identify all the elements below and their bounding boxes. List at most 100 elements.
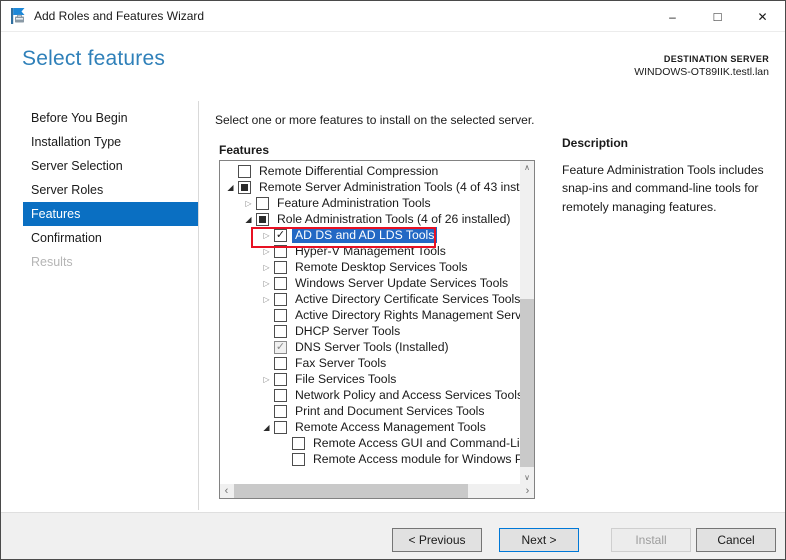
tree-item-label[interactable]: Remote Server Administration Tools (4 of… (256, 179, 520, 195)
previous-button[interactable]: < Previous (392, 528, 482, 552)
tree-item[interactable]: ▷ Remote Desktop Services Tools (220, 259, 520, 275)
tree-item-label[interactable]: Role Administration Tools (4 of 26 insta… (274, 211, 514, 227)
sidebar-item-server-selection[interactable]: Server Selection (1, 154, 198, 178)
horizontal-scrollbar-thumb[interactable] (234, 484, 468, 498)
checkbox-unchecked[interactable] (274, 276, 287, 290)
nav-divider (198, 101, 199, 510)
tree-item[interactable]: ▷ File Services Tools (220, 371, 520, 387)
expander-expanded-icon[interactable]: ◢ (241, 215, 256, 224)
vertical-scrollbar-thumb[interactable] (520, 299, 534, 467)
tree-item[interactable]: DHCP Server Tools (220, 323, 520, 339)
sidebar-item-features[interactable]: Features (23, 202, 198, 226)
tree-item-label[interactable]: AD DS and AD LDS Tools (292, 227, 438, 243)
scroll-down-icon[interactable]: ∨ (520, 471, 534, 484)
tree-item-label[interactable]: Remote Access Management Tools (292, 419, 489, 435)
sidebar-item-confirmation[interactable]: Confirmation (1, 226, 198, 250)
tree-item[interactable]: ◢ Remote Server Administration Tools (4 o… (220, 179, 520, 195)
checkbox-unchecked[interactable] (274, 308, 287, 322)
wizard-window: Add Roles and Features Wizard – □ ✕ Sele… (0, 0, 786, 560)
vertical-scrollbar[interactable]: ∧ ∨ (520, 161, 534, 484)
tree-item[interactable]: Remote Access GUI and Command-Line Tools (220, 435, 520, 451)
sidebar-item-results: Results (31, 255, 73, 269)
tree-item-label[interactable]: Feature Administration Tools (274, 195, 434, 211)
tree-item-label[interactable]: DHCP Server Tools (292, 323, 403, 339)
cancel-button[interactable]: Cancel (696, 528, 776, 552)
tree-item-label[interactable]: Remote Differential Compression (256, 163, 441, 179)
expander-expanded-icon[interactable]: ◢ (223, 183, 238, 192)
tree-item[interactable]: ▷ AD DS and AD LDS Tools (220, 227, 520, 243)
close-button[interactable]: ✕ (740, 1, 785, 32)
checkbox-unchecked[interactable] (274, 404, 287, 418)
checkbox-indeterminate[interactable] (256, 212, 269, 226)
checkbox-unchecked[interactable] (256, 196, 269, 210)
destination-server-name: WINDOWS-OT89IIK.testl.lan (634, 66, 769, 79)
expander-collapsed-icon[interactable]: ▷ (259, 295, 274, 304)
tree-item-label[interactable]: Windows Server Update Services Tools (292, 275, 511, 291)
tree-item-label[interactable]: Fax Server Tools (292, 355, 389, 371)
description-heading: Description (562, 136, 629, 150)
tree-item[interactable]: Remote Access module for Windows PowerSh… (220, 451, 520, 467)
sidebar-item-server-roles[interactable]: Server Roles (1, 178, 198, 202)
checkbox-indeterminate[interactable] (238, 180, 251, 194)
checkbox-unchecked[interactable] (274, 356, 287, 370)
tree-item[interactable]: DNS Server Tools (Installed) (220, 339, 520, 355)
checkbox-unchecked[interactable] (274, 260, 287, 274)
titlebar: Add Roles and Features Wizard – □ ✕ (1, 1, 785, 32)
scroll-left-icon[interactable]: ‹ (220, 484, 233, 498)
tree-item-label[interactable]: Active Directory Certificate Services To… (292, 291, 520, 307)
tree-item[interactable]: ◢ Role Administration Tools (4 of 26 inst… (220, 211, 520, 227)
window-title: Add Roles and Features Wizard (34, 9, 205, 23)
page-title: Select features (22, 47, 166, 70)
checkbox-unchecked[interactable] (292, 452, 305, 466)
horizontal-scrollbar[interactable]: ‹ › (220, 484, 534, 498)
checkbox-unchecked[interactable] (238, 164, 251, 178)
sidebar-item-before-you-begin[interactable]: Before You Begin (1, 106, 198, 130)
tree-item[interactable]: ▷ Hyper-V Management Tools (220, 243, 520, 259)
scroll-up-icon[interactable]: ∧ (520, 161, 534, 174)
tree-item-label[interactable]: Remote Access module for Windows PowerSh… (310, 451, 520, 467)
maximize-button[interactable]: □ (695, 1, 740, 32)
checkbox-unchecked[interactable] (274, 372, 287, 386)
checkbox-unchecked[interactable] (292, 436, 305, 450)
tree-item-label[interactable]: File Services Tools (292, 371, 399, 387)
tree-item-label[interactable]: Hyper-V Management Tools (292, 243, 449, 259)
tree-item-label[interactable]: Remote Desktop Services Tools (292, 259, 471, 275)
checkbox-unchecked[interactable] (274, 244, 287, 258)
expander-expanded-icon[interactable]: ◢ (259, 423, 274, 432)
tree-item[interactable]: Fax Server Tools (220, 355, 520, 371)
sidebar-item-installation-type[interactable]: Installation Type (1, 130, 198, 154)
tree-item-label[interactable]: DNS Server Tools (Installed) (292, 339, 452, 355)
instruction-text: Select one or more features to install o… (215, 113, 535, 127)
checkbox-unchecked[interactable] (274, 324, 287, 338)
expander-collapsed-icon[interactable]: ▷ (241, 199, 256, 208)
expander-collapsed-icon[interactable]: ▷ (259, 231, 274, 240)
next-button[interactable]: Next > (499, 528, 579, 552)
tree-item-label[interactable]: Active Directory Rights Management Servi… (292, 307, 520, 323)
tree-item-label[interactable]: Remote Access GUI and Command-Line Tools (310, 435, 520, 451)
checkbox-unchecked[interactable] (274, 388, 287, 402)
tree-item[interactable]: ▷ Windows Server Update Services Tools (220, 275, 520, 291)
wizard-nav: Before You Begin Installation Type Server … (1, 106, 198, 274)
tree-item[interactable]: Print and Document Services Tools (220, 403, 520, 419)
checkbox-unchecked[interactable] (274, 420, 287, 434)
tree-item[interactable]: ▷ Active Directory Certificate Services T… (220, 291, 520, 307)
expander-collapsed-icon[interactable]: ▷ (259, 375, 274, 384)
expander-collapsed-icon[interactable]: ▷ (259, 263, 274, 272)
expander-collapsed-icon[interactable]: ▷ (259, 279, 274, 288)
tree-item-label[interactable]: Network Policy and Access Services Tools (292, 387, 520, 403)
minimize-button[interactable]: – (650, 1, 695, 32)
tree-item[interactable]: ◢ Remote Access Management Tools (220, 419, 520, 435)
tree-item[interactable]: ▷ Feature Administration Tools (220, 195, 520, 211)
destination-server-block: DESTINATION SERVER WINDOWS-OT89IIK.testl… (634, 53, 769, 79)
tree-item-label[interactable]: Print and Document Services Tools (292, 403, 487, 419)
scroll-right-icon[interactable]: › (521, 484, 534, 498)
tree-item[interactable]: Network Policy and Access Services Tools (220, 387, 520, 403)
install-button[interactable]: Install (611, 528, 691, 552)
checkbox-installed[interactable] (274, 340, 287, 354)
description-text: Feature Administration Tools includes sn… (562, 163, 764, 214)
expander-collapsed-icon[interactable]: ▷ (259, 247, 274, 256)
tree-item[interactable]: Active Directory Rights Management Servi… (220, 307, 520, 323)
checkbox-unchecked[interactable] (274, 292, 287, 306)
tree-item[interactable]: Remote Differential Compression (220, 163, 520, 179)
checkbox-checked[interactable] (274, 228, 287, 242)
